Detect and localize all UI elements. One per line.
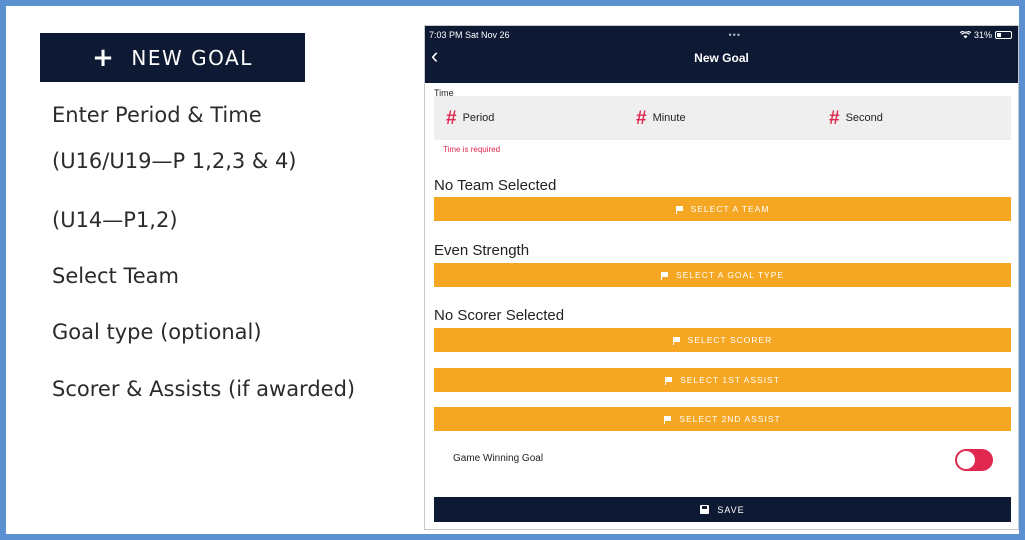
battery-percent: 31%: [973, 29, 992, 40]
status-right: 31%: [959, 29, 1012, 40]
status-bar: 7:03 PM Sat Nov 26 ••• 31%: [425, 26, 1018, 43]
battery-icon: [994, 30, 1012, 39]
select-team-button[interactable]: SELECT A TEAM: [434, 197, 1011, 221]
select-scorer-label: SELECT SCORER: [687, 335, 773, 345]
save-icon: [700, 505, 710, 514]
instruction-u14: (U14—P1,2): [52, 208, 178, 232]
select-goal-type-label: SELECT A GOAL TYPE: [675, 270, 785, 280]
save-label: SAVE: [717, 504, 745, 515]
flag-icon: [665, 376, 673, 385]
plus-icon: +: [92, 42, 116, 73]
time-inputs: # Period # Minute # Second: [434, 96, 1011, 140]
select-1st-assist-button[interactable]: SELECT 1ST ASSIST: [434, 368, 1011, 392]
time-error: Time is required: [443, 145, 501, 154]
toggle-knob: [957, 451, 975, 469]
period-field[interactable]: # Period: [446, 109, 494, 128]
new-goal-form: Time # Period # Minute # Second Time is …: [425, 83, 1018, 529]
second-field[interactable]: # Second: [829, 109, 883, 128]
slide-frame: + NEW GOAL Enter Period & Time (U16/U19—…: [0, 0, 1025, 540]
instruction-goal-type: Goal type (optional): [52, 320, 262, 344]
flag-icon: [660, 271, 668, 280]
scorer-status: No Scorer Selected: [434, 307, 565, 324]
instruction-select-team: Select Team: [52, 264, 179, 288]
select-goal-type-button[interactable]: SELECT A GOAL TYPE: [434, 263, 1011, 287]
flag-icon: [664, 415, 672, 424]
multitask-dots: •••: [728, 29, 741, 40]
minute-field[interactable]: # Minute: [636, 109, 686, 128]
game-winning-goal-label: Game Winning Goal: [453, 453, 544, 464]
minute-placeholder: Minute: [652, 112, 686, 124]
ipad-screenshot: 7:03 PM Sat Nov 26 ••• 31% ‹ New Goal Ti…: [424, 25, 1019, 530]
instruction-period-time: Enter Period & Time: [52, 103, 262, 127]
new-goal-label: NEW GOAL: [131, 45, 253, 70]
status-time: 7:03 PM Sat Nov 26: [429, 29, 510, 40]
team-status: No Team Selected: [434, 177, 557, 194]
flag-icon: [675, 205, 683, 214]
save-button[interactable]: SAVE: [434, 497, 1011, 522]
period-placeholder: Period: [462, 112, 495, 124]
instruction-scorer-assists: Scorer & Assists (if awarded): [52, 377, 356, 401]
select-team-label: SELECT A TEAM: [690, 204, 770, 214]
nav-title: New Goal: [694, 51, 749, 65]
select-2nd-assist-button[interactable]: SELECT 2ND ASSIST: [434, 407, 1011, 431]
hash-icon: #: [636, 107, 647, 129]
select-scorer-button[interactable]: SELECT SCORER: [434, 328, 1011, 352]
select-2nd-assist-label: SELECT 2ND ASSIST: [679, 414, 781, 424]
goal-type-status: Even Strength: [434, 242, 530, 259]
wifi-icon: [959, 30, 971, 38]
new-goal-button[interactable]: + NEW GOAL: [40, 33, 305, 82]
nav-bar: ‹ New Goal: [425, 43, 1018, 83]
game-winning-goal-toggle[interactable]: [955, 449, 993, 471]
instruction-u16-u19: (U16/U19—P 1,2,3 & 4): [52, 149, 297, 173]
flag-icon: [672, 336, 680, 345]
select-1st-assist-label: SELECT 1ST ASSIST: [680, 375, 780, 385]
second-placeholder: Second: [845, 112, 883, 124]
hash-icon: #: [829, 107, 840, 129]
hash-icon: #: [446, 107, 457, 129]
